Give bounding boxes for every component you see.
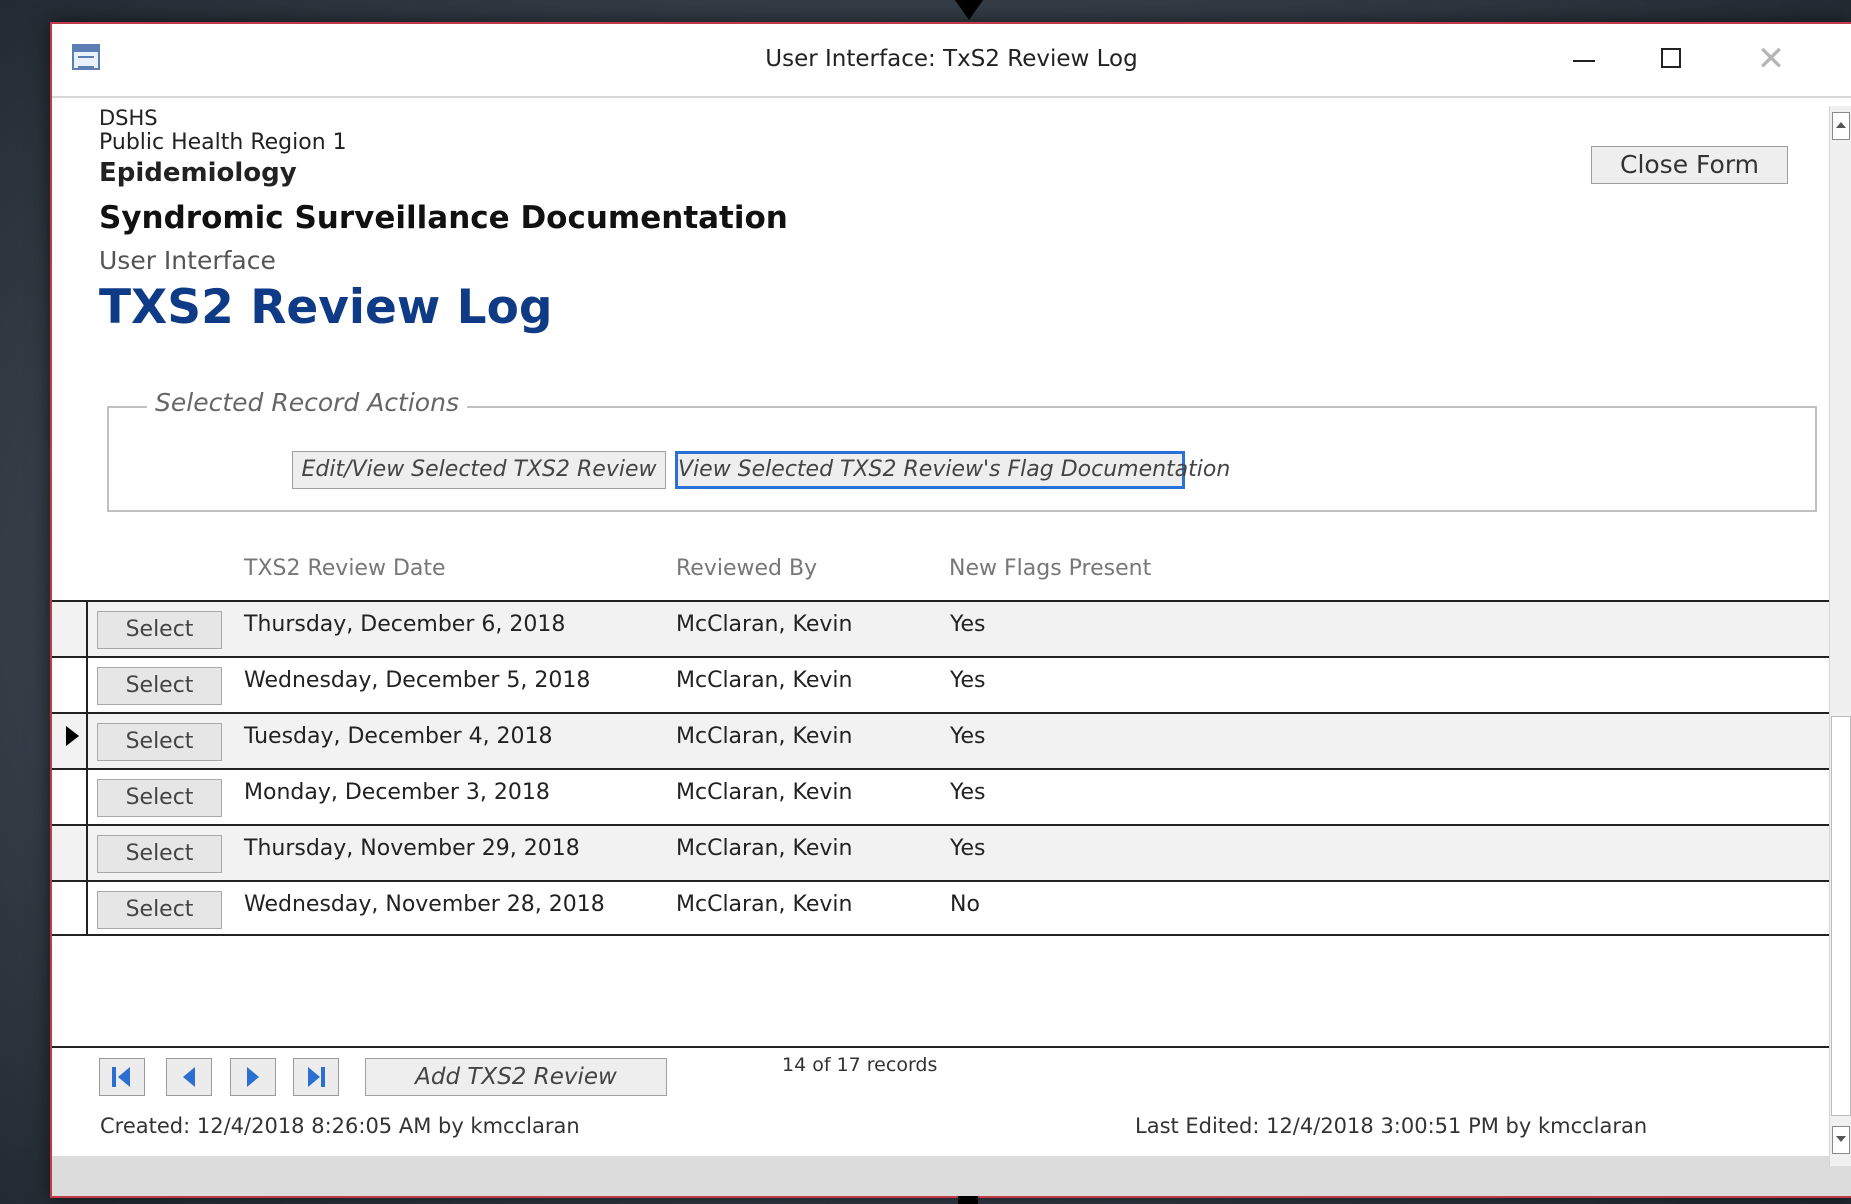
- first-record-icon: [112, 1067, 116, 1087]
- add-review-button[interactable]: Add TXS2 Review: [365, 1058, 667, 1096]
- select-button[interactable]: Select: [97, 723, 222, 761]
- maximize-button[interactable]: [1631, 36, 1711, 82]
- cursor-indicator-top: [955, 0, 983, 20]
- table-row[interactable]: Select Thursday, November 29, 2018 McCla…: [52, 824, 1833, 880]
- reviewed-by-cell: McClaran, Kevin: [676, 780, 853, 805]
- record-selector[interactable]: [52, 602, 88, 656]
- review-date-cell: Thursday, November 29, 2018: [244, 836, 580, 861]
- previous-record-icon: [183, 1067, 195, 1087]
- record-selector[interactable]: [52, 770, 88, 824]
- title-bar: User Interface: TxS2 Review Log ✕: [52, 24, 1851, 98]
- cursor-indicator-bottom: [958, 1196, 978, 1204]
- close-window-button[interactable]: ✕: [1731, 36, 1811, 82]
- record-counter: 14 of 17 records: [782, 1054, 938, 1076]
- scroll-up-button[interactable]: [1832, 112, 1850, 140]
- record-selector[interactable]: [52, 658, 88, 712]
- review-date-cell: Wednesday, December 5, 2018: [244, 668, 591, 693]
- form-content: DSHS Public Health Region 1 Epidemiology…: [52, 96, 1851, 1196]
- new-flags-cell: Yes: [950, 668, 986, 693]
- new-flags-cell: Yes: [950, 724, 986, 749]
- select-button[interactable]: Select: [97, 891, 222, 929]
- last-record-icon: [308, 1067, 320, 1087]
- last-record-icon: [321, 1067, 325, 1087]
- subsection-title: User Interface: [99, 246, 276, 275]
- reviewed-by-cell: McClaran, Kevin: [676, 892, 853, 917]
- new-flags-cell: No: [950, 892, 980, 917]
- footer-divider: [52, 1046, 1833, 1048]
- minimize-button[interactable]: [1543, 36, 1623, 82]
- select-button[interactable]: Select: [97, 667, 222, 705]
- column-header-review-date: TXS2 Review Date: [244, 556, 446, 581]
- reviewed-by-cell: McClaran, Kevin: [676, 836, 853, 861]
- last-record-button[interactable]: [293, 1058, 339, 1096]
- first-record-button[interactable]: [99, 1058, 145, 1096]
- created-info: Created: 12/4/2018 8:26:05 AM by kmcclar…: [100, 1114, 580, 1138]
- view-flag-documentation-button[interactable]: View Selected TXS2 Review's Flag Documen…: [675, 451, 1230, 489]
- edit-view-review-button[interactable]: Edit/View Selected TXS2 Review: [292, 451, 666, 489]
- org-region: Public Health Region 1: [99, 130, 347, 155]
- review-date-cell: Thursday, December 6, 2018: [244, 612, 566, 637]
- table-row[interactable]: Select Wednesday, December 5, 2018 McCla…: [52, 656, 1833, 712]
- new-flags-cell: Yes: [950, 612, 986, 637]
- section-title: Syndromic Surveillance Documentation: [99, 200, 788, 236]
- record-selector[interactable]: [52, 714, 88, 768]
- record-selector[interactable]: [52, 826, 88, 880]
- org-name: DSHS: [99, 106, 158, 130]
- review-date-cell: Monday, December 3, 2018: [244, 780, 550, 805]
- record-selector[interactable]: [52, 882, 88, 936]
- new-flags-cell: Yes: [950, 836, 986, 861]
- reviewed-by-cell: McClaran, Kevin: [676, 612, 853, 637]
- select-button[interactable]: Select: [97, 835, 222, 873]
- next-record-button[interactable]: [230, 1058, 276, 1096]
- page-title: TXS2 Review Log: [99, 280, 553, 335]
- review-date-cell: Tuesday, December 4, 2018: [244, 724, 553, 749]
- current-record-arrow-icon: [66, 726, 79, 746]
- previous-record-button[interactable]: [166, 1058, 212, 1096]
- column-header-new-flags: New Flags Present: [949, 556, 1152, 581]
- select-button[interactable]: Select: [97, 779, 222, 817]
- table-row[interactable]: Select Wednesday, November 28, 2018 McCl…: [52, 880, 1833, 936]
- scroll-down-button[interactable]: [1832, 1126, 1850, 1154]
- access-form-window: User Interface: TxS2 Review Log ✕ DSHS P…: [50, 22, 1851, 1198]
- new-flags-cell: Yes: [950, 780, 986, 805]
- review-date-cell: Wednesday, November 28, 2018: [244, 892, 605, 917]
- table-row[interactable]: Select Tuesday, December 4, 2018 McClara…: [52, 712, 1833, 768]
- vertical-scrollbar[interactable]: [1829, 106, 1851, 1166]
- close-form-button[interactable]: Close Form: [1591, 146, 1788, 184]
- table-row[interactable]: Select Thursday, December 6, 2018 McClar…: [52, 600, 1833, 656]
- org-department: Epidemiology: [99, 158, 297, 188]
- reviewed-by-cell: McClaran, Kevin: [676, 724, 853, 749]
- actions-group-legend: Selected Record Actions: [147, 388, 467, 417]
- reviewed-by-cell: McClaran, Kevin: [676, 668, 853, 693]
- scroll-thumb[interactable]: [1831, 716, 1851, 1116]
- column-header-reviewed-by: Reviewed By: [676, 556, 818, 581]
- last-edited-info: Last Edited: 12/4/2018 3:00:51 PM by kmc…: [1135, 1114, 1648, 1138]
- status-bar: [52, 1156, 1851, 1196]
- select-button[interactable]: Select: [97, 611, 222, 649]
- first-record-icon: [118, 1067, 130, 1087]
- table-row[interactable]: Select Monday, December 3, 2018 McClaran…: [52, 768, 1833, 824]
- next-record-icon: [247, 1067, 259, 1087]
